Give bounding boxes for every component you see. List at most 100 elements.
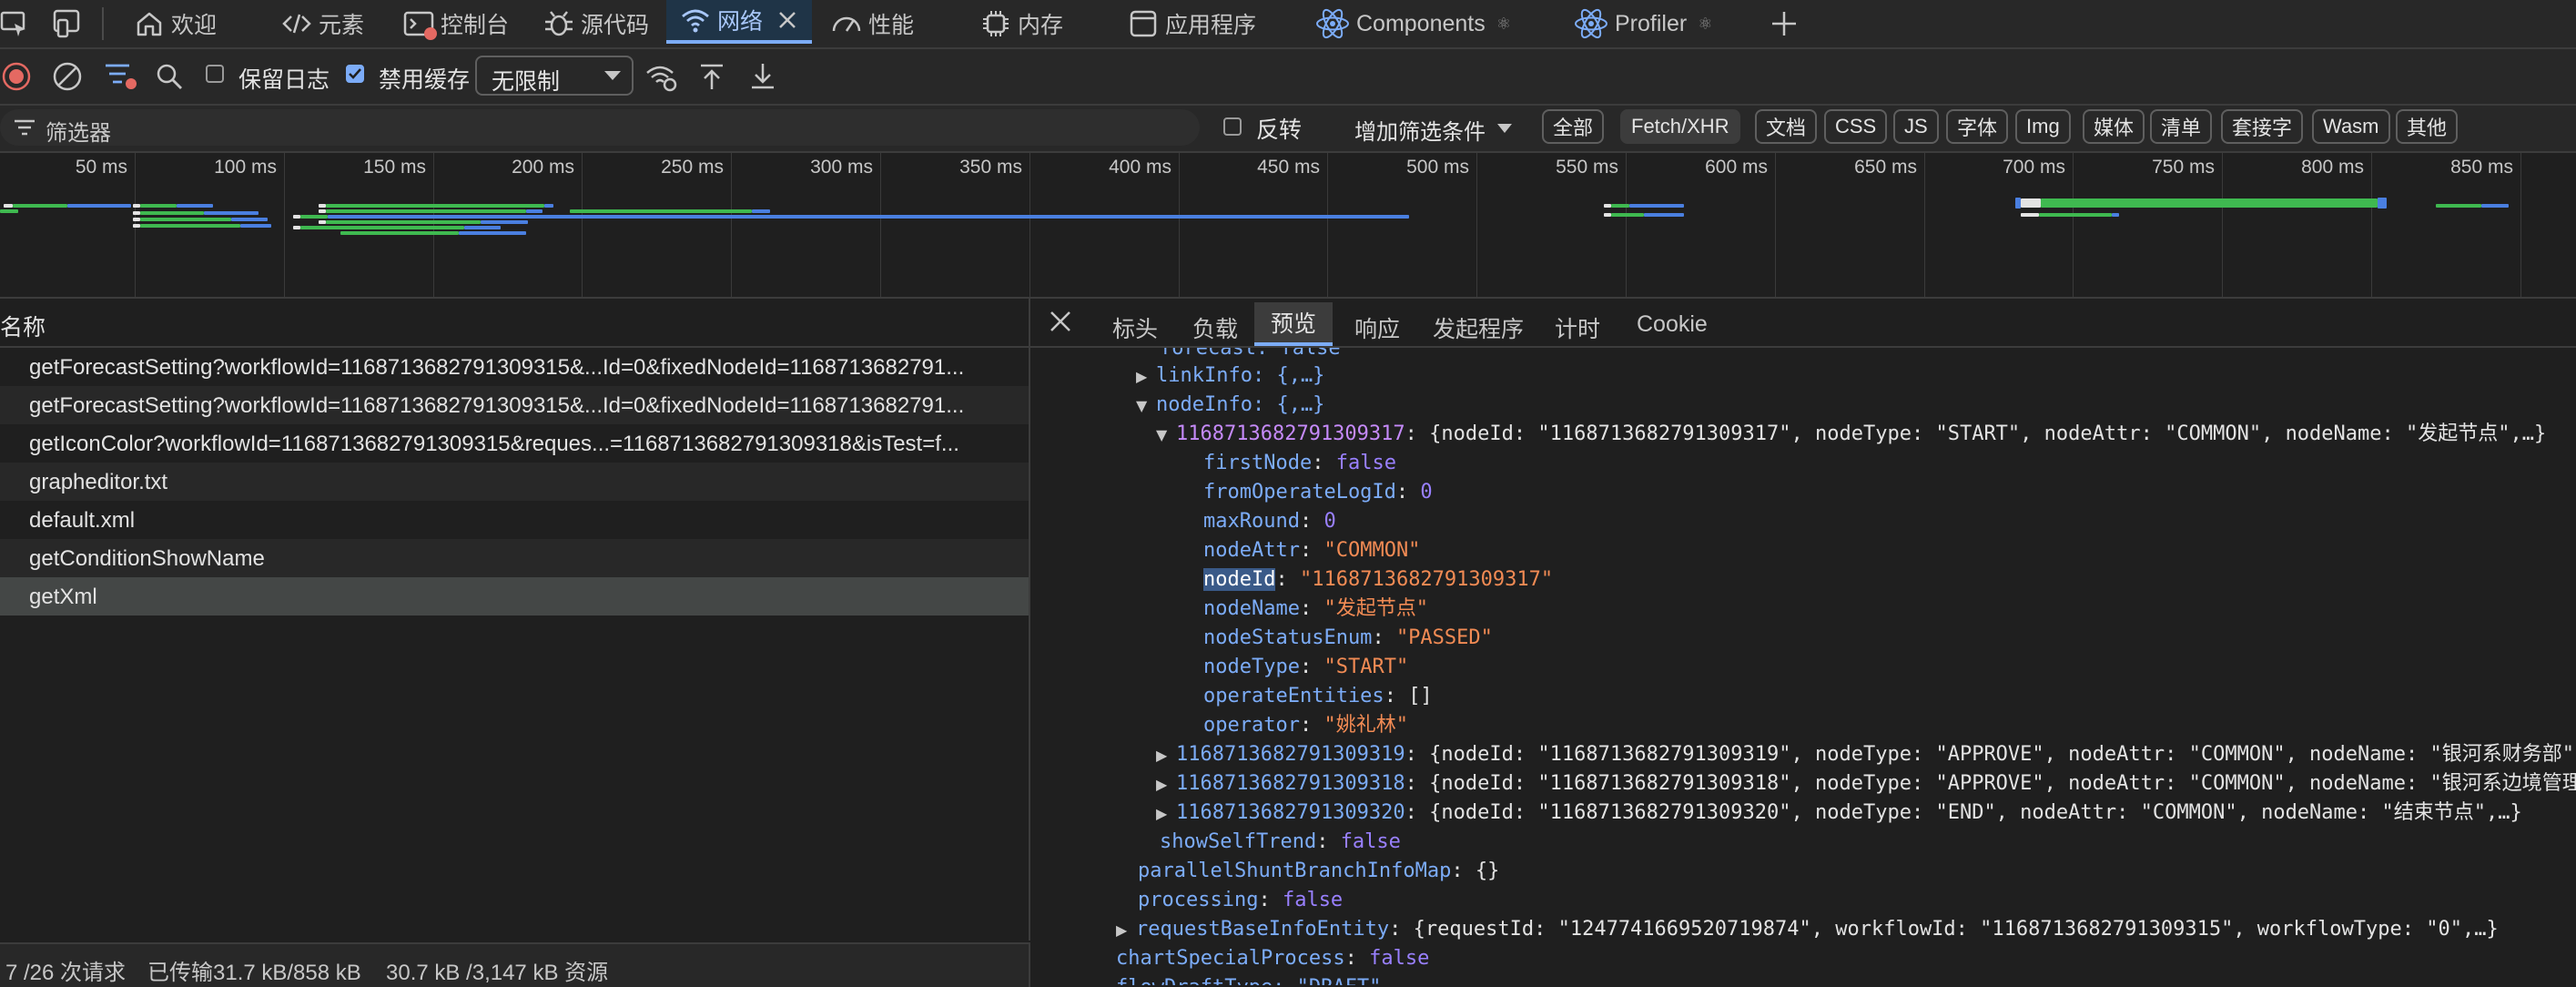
tab-network[interactable]: 网络 xyxy=(666,0,812,44)
timeline-bar xyxy=(67,204,131,208)
chip-img[interactable]: Img xyxy=(2015,109,2071,144)
timeline-tick-label: 450 ms xyxy=(1257,157,1320,178)
collapse-triangle-icon[interactable]: ▼ xyxy=(1156,421,1176,450)
expand-triangle-icon[interactable]: ▶ xyxy=(1156,741,1176,770)
chip-doc[interactable]: 文档 xyxy=(1755,109,1818,144)
chip-wasm[interactable]: Wasm xyxy=(2312,109,2390,144)
chip-js[interactable]: JS xyxy=(1893,109,1939,144)
tab-performance[interactable]: 性能 xyxy=(830,0,914,47)
request-row[interactable]: getForecastSetting?workflowId=1168713682… xyxy=(0,348,1029,386)
timeline-tick-label: 50 ms xyxy=(75,157,127,178)
tab-cookies[interactable]: Cookie xyxy=(1637,311,1708,338)
json-line: flowDraftType: "DRAFT" xyxy=(1116,973,1381,985)
tab-welcome[interactable]: 欢迎 xyxy=(133,0,217,47)
chip-font[interactable]: 字体 xyxy=(1946,109,2009,144)
json-line: showSelfTrend: false xyxy=(1160,830,1401,853)
code-icon xyxy=(282,14,311,34)
tab-label: 欢迎 xyxy=(171,13,218,38)
chevron-down-icon xyxy=(604,71,621,80)
tab-label: 性能 xyxy=(868,13,915,38)
tab-label: 元素 xyxy=(319,13,365,38)
name-column-header[interactable]: 名称 xyxy=(0,299,1029,348)
search-icon[interactable] xyxy=(153,60,186,93)
add-tab-plus-icon[interactable] xyxy=(1768,7,1800,40)
detail-tab-bar: 标头 负载 预览 响应 发起程序 计时 Cookie xyxy=(1030,299,2576,348)
tab-components[interactable]: Components ⚛ xyxy=(1314,0,1511,47)
more-filters-label: 增加筛选条件 xyxy=(1354,120,1486,145)
chip-socket[interactable]: 套接字 xyxy=(2221,109,2304,144)
close-icon[interactable] xyxy=(776,8,799,32)
chip-fetch-xhr[interactable]: Fetch/XHR xyxy=(1620,109,1740,144)
tab-initiator[interactable]: 发起程序 xyxy=(1433,311,1524,344)
request-list: 名称 getForecastSetting?workflowId=1168713… xyxy=(0,299,1030,941)
timeline-tick-label: 350 ms xyxy=(959,157,1022,178)
request-row[interactable]: getForecastSetting?workflowId=1168713682… xyxy=(0,386,1029,424)
throttling-select[interactable]: 无限制 xyxy=(475,56,634,96)
timeline-bar xyxy=(293,215,300,219)
tab-elements[interactable]: 元素 xyxy=(280,0,364,47)
tab-label: 源代码 xyxy=(581,13,650,38)
timeline-tick-label: 500 ms xyxy=(1406,157,1469,178)
json-line-node1[interactable]: ▼ 1168713682791309317: {nodeId: "11687136… xyxy=(1156,420,2546,449)
chip-all[interactable]: 全部 xyxy=(1542,109,1605,144)
timeline-bar xyxy=(4,204,13,208)
tab-sources[interactable]: 源代码 xyxy=(543,0,649,47)
timeline-bar xyxy=(300,226,464,229)
json-line-node3[interactable]: ▶ 1168713682791309318: {nodeId: "11687136… xyxy=(1156,769,2576,799)
timeline-tick-label: 300 ms xyxy=(810,157,873,178)
inspect-element-icon[interactable] xyxy=(0,5,33,42)
tab-console[interactable]: 控制台 xyxy=(402,0,509,47)
chip-other[interactable]: 其他 xyxy=(2396,109,2459,144)
request-row[interactable]: grapheditor.txt xyxy=(0,463,1029,501)
timeline-tick-label: 600 ms xyxy=(1705,157,1768,178)
chip-media[interactable]: 媒体 xyxy=(2083,109,2145,144)
tab-timing[interactable]: 计时 xyxy=(1555,311,1600,344)
expand-triangle-icon[interactable]: ▶ xyxy=(1156,799,1176,829)
chip-css[interactable]: CSS xyxy=(1824,109,1888,144)
request-row[interactable]: default.xml xyxy=(0,501,1029,539)
tab-profiler[interactable]: Profiler ⚛ xyxy=(1573,0,1712,47)
json-line-nodeinfo[interactable]: ▼ nodeInfo: {,…} xyxy=(1136,391,1324,420)
request-row-selected[interactable]: getXml xyxy=(0,577,1029,616)
expand-triangle-icon[interactable]: ▶ xyxy=(1156,770,1176,799)
tab-preview[interactable]: 预览 xyxy=(1254,302,1334,346)
collapse-triangle-icon[interactable]: ▼ xyxy=(1136,392,1156,421)
timeline-bar xyxy=(1604,213,1611,217)
tab-headers[interactable]: 标头 xyxy=(1112,311,1158,344)
request-row[interactable]: getIconColor?workflowId=1168713682791309… xyxy=(0,424,1029,463)
tab-label: Components xyxy=(1356,10,1486,36)
devtools-tab-bar: 欢迎 元素 控制台 源代码 网络 性能 内存 应用程序 Components ⚛… xyxy=(0,0,2576,49)
invert-checkbox[interactable] xyxy=(1223,117,1242,136)
preserve-log-checkbox[interactable] xyxy=(206,65,224,83)
record-stop-icon[interactable] xyxy=(0,60,33,93)
close-icon[interactable] xyxy=(1047,308,1074,335)
import-har-upload-icon[interactable] xyxy=(695,60,728,93)
json-line-linkinfo[interactable]: ▶ linkInfo: {,…} xyxy=(1136,361,1324,391)
timeline-gridline xyxy=(2073,153,2074,297)
filter-input[interactable]: 筛选器 xyxy=(0,109,1200,146)
expand-triangle-icon[interactable]: ▶ xyxy=(1116,916,1136,945)
network-conditions-icon[interactable] xyxy=(644,60,679,93)
tab-label: Profiler xyxy=(1615,10,1688,36)
json-line-requestbaseinfo[interactable]: ▶ requestBaseInfoEntity: {requestId: "124… xyxy=(1116,915,2499,944)
timeline-bar xyxy=(2039,213,2112,217)
timeline-bar xyxy=(177,204,213,208)
timeline-gridline xyxy=(433,153,434,297)
timeline-bar xyxy=(240,224,271,228)
json-line-node4[interactable]: ▶ 1168713682791309320: {nodeId: "11687136… xyxy=(1156,799,2522,828)
tab-memory[interactable]: 内存 xyxy=(979,0,1063,47)
tab-payload[interactable]: 负载 xyxy=(1192,311,1238,344)
clear-icon[interactable] xyxy=(51,60,84,93)
tab-response[interactable]: 响应 xyxy=(1354,311,1400,344)
expand-triangle-icon[interactable]: ▶ xyxy=(1136,362,1156,392)
json-line-node2[interactable]: ▶ 1168713682791309319: {nodeId: "11687136… xyxy=(1156,740,2574,769)
disable-cache-checkbox[interactable] xyxy=(346,65,364,83)
network-overview-timeline[interactable]: 50 ms 100 ms 150 ms 200 ms 250 ms 300 ms 350 m… xyxy=(0,153,2576,299)
tab-application[interactable]: 应用程序 xyxy=(1127,0,1256,47)
chip-manifest[interactable]: 清单 xyxy=(2150,109,2213,144)
json-preview: forecast: false ▶ linkInfo: {,…} ▼ nodeInf… xyxy=(1030,348,2576,985)
request-row[interactable]: getConditionShowName xyxy=(0,539,1029,577)
device-toolbar-icon[interactable] xyxy=(49,5,86,42)
export-har-download-icon[interactable] xyxy=(746,60,779,93)
filter-funnel-icon[interactable] xyxy=(102,60,138,93)
